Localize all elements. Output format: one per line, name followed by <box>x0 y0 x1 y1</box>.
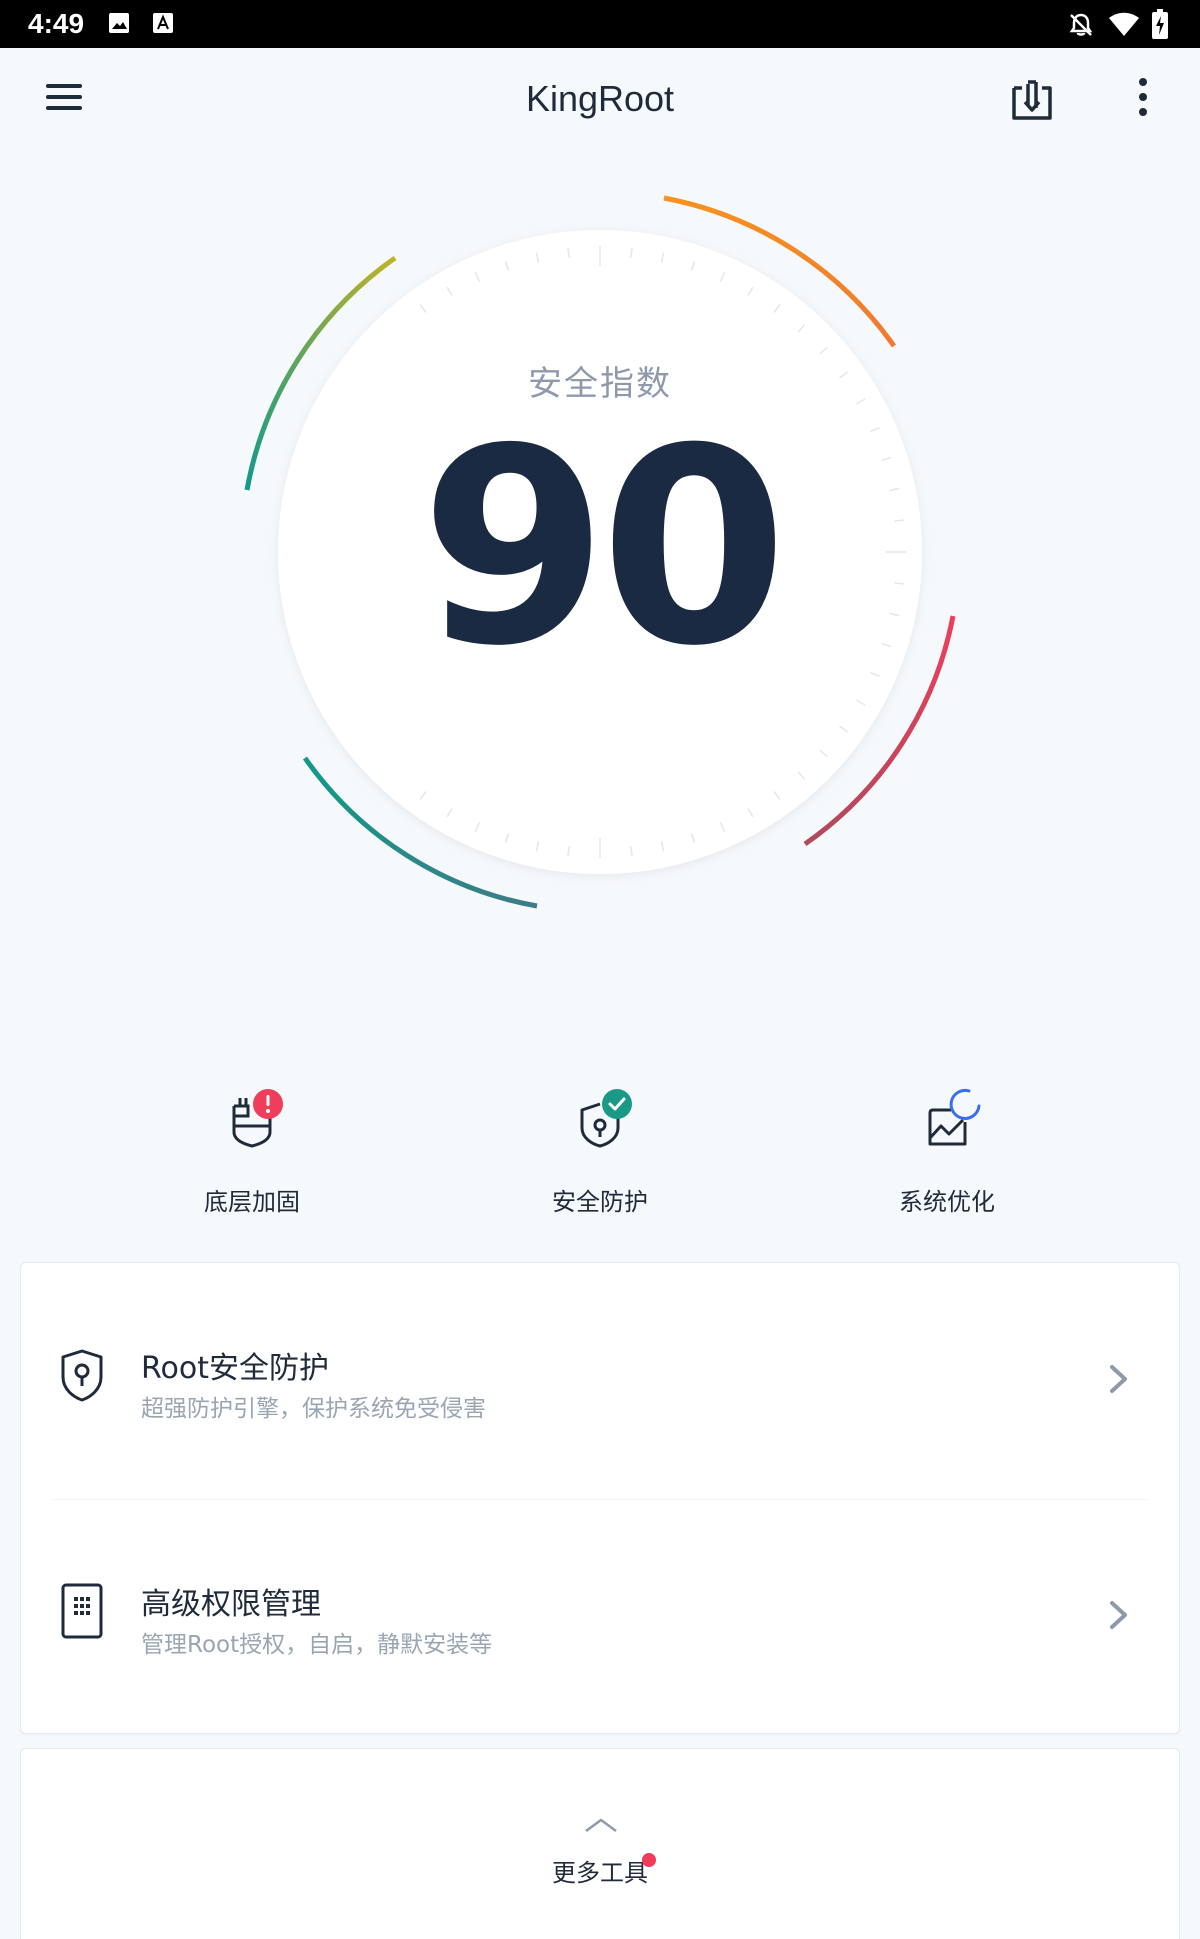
gauge-tick <box>567 247 570 258</box>
check-badge <box>602 1089 632 1119</box>
list-item-subtitle: 超强防护引擎，保护系统免受侵害 <box>141 1396 486 1422</box>
more-tools-label: 更多工具 <box>552 1859 648 1887</box>
list-item-permission-management[interactable]: 高级权限管理 管理Root授权，自启，静默安装等 <box>21 1499 1179 1735</box>
gauge-tick <box>630 846 633 857</box>
download-box-icon[interactable] <box>1008 78 1056 124</box>
more-tools-button[interactable]: 更多工具 <box>21 1815 1179 1895</box>
chevron-up-icon <box>585 1818 617 1833</box>
quick-action-label: 系统优化 <box>899 1188 995 1216</box>
security-gauge: 安全指数 90 <box>0 158 1200 978</box>
shield-plug-icon <box>232 1089 283 1148</box>
quick-action-label: 安全防护 <box>552 1188 648 1216</box>
gauge-tick <box>630 247 633 258</box>
quick-action-security-protection[interactable]: 安全防护 <box>450 1080 750 1220</box>
more-vert-icon[interactable] <box>1130 78 1156 124</box>
quick-action-base-hardening[interactable]: 底层加固 <box>102 1080 402 1220</box>
feature-list-card: Root安全防护 超强防护引擎，保护系统免受侵害 高级权限管理 管理Root授权… <box>20 1262 1180 1734</box>
security-score: 90 <box>420 390 788 705</box>
status-bar: 4:49 <box>0 0 1200 48</box>
gauge-tick <box>567 846 570 857</box>
list-item-root-protection[interactable]: Root安全防护 超强防护引擎，保护系统免受侵害 <box>21 1263 1179 1499</box>
quick-action-system-optimize[interactable]: 系统优化 <box>797 1080 1097 1220</box>
keypad-icon <box>61 1583 103 1639</box>
more-tools-card: 更多工具 <box>20 1748 1180 1939</box>
notification-dot <box>642 1853 656 1867</box>
list-item-title: Root安全防护 <box>141 1351 329 1386</box>
chevron-right-icon <box>1110 1601 1127 1629</box>
chart-refresh-icon <box>928 1088 981 1146</box>
wifi-icon <box>1109 12 1139 36</box>
status-time: 4:49 <box>28 8 85 39</box>
list-item-title: 高级权限管理 <box>141 1587 321 1622</box>
chevron-right-icon <box>1110 1365 1127 1393</box>
list-item-subtitle: 管理Root授权，自启，静默安装等 <box>141 1632 493 1658</box>
image-icon <box>109 13 129 33</box>
text-a-icon <box>153 13 173 33</box>
notifications-off-icon <box>1069 13 1093 36</box>
shield-lock-icon <box>580 1089 632 1148</box>
quick-action-label: 底层加固 <box>204 1188 300 1216</box>
battery-charging-icon <box>1152 9 1168 39</box>
shield-keyhole-icon <box>61 1349 103 1402</box>
loading-badge <box>949 1088 981 1120</box>
app-bar: KingRoot <box>0 48 1200 158</box>
